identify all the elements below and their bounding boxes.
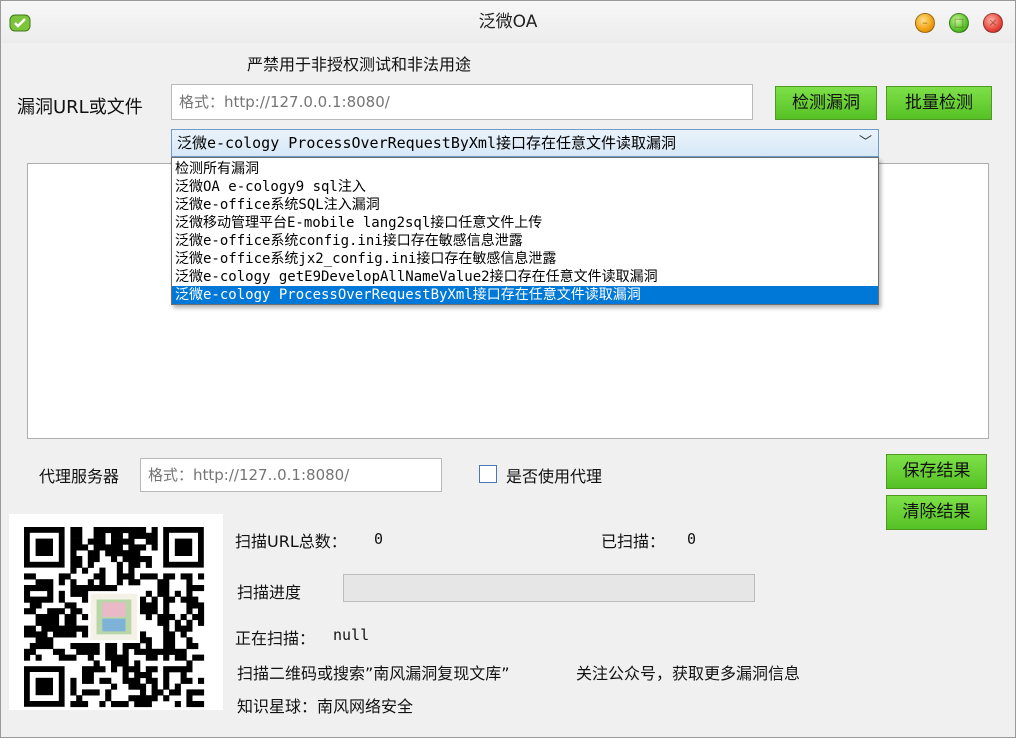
scanned-label: 已扫描：	[601, 532, 666, 551]
scan-progress-bar	[343, 574, 755, 602]
url-label: 漏洞URL或文件	[17, 97, 143, 118]
promo-text: 扫描二维码或搜索”南风漏洞复现文库”	[237, 664, 510, 683]
minimize-icon: –	[922, 16, 928, 29]
use-proxy-label: 是否使用代理	[506, 467, 603, 486]
dropdown-option[interactable]: 泛微移动管理平台E-mobile lang2sql接口任意文件上传	[172, 214, 878, 232]
maximize-button[interactable]: □	[949, 13, 969, 33]
total-url-value: 0	[374, 530, 384, 548]
promo-follow-text: 关注公众号，获取更多漏洞信息	[576, 664, 801, 683]
total-url-label: 扫描URL总数：	[235, 532, 347, 551]
close-button[interactable]: ×	[983, 13, 1003, 33]
url-input[interactable]	[171, 84, 753, 120]
clear-results-button[interactable]: 清除结果	[886, 495, 987, 530]
save-results-button[interactable]: 保存结果	[886, 454, 987, 489]
close-icon: ×	[988, 16, 998, 29]
app-window: 泛微OA – □ × 严禁用于非授权测试和非法用途 漏洞URL或文件 检测漏洞 …	[0, 0, 1016, 738]
vuln-select-value: 泛微e-cology ProcessOverRequestByXml接口存在任意…	[177, 134, 676, 152]
dropdown-option[interactable]: 泛微OA e-cology9 sql注入	[172, 178, 878, 196]
minimize-button[interactable]: –	[915, 13, 935, 33]
progress-label: 扫描进度	[237, 583, 302, 602]
dropdown-option[interactable]: 泛微e-cology getE9DevelopAllNameValue2接口存在…	[172, 268, 878, 286]
vuln-dropdown-list: 检测所有漏洞 泛微OA e-cology9 sql注入 泛微e-office系统…	[171, 157, 879, 305]
legal-notice: 严禁用于非授权测试和非法用途	[247, 55, 472, 74]
use-proxy-checkbox[interactable]	[479, 465, 497, 483]
vuln-select[interactable]: 泛微e-cology ProcessOverRequestByXml接口存在任意…	[171, 129, 879, 157]
title-bar[interactable]: 泛微OA – □ ×	[1, 1, 1015, 43]
chevron-down-icon[interactable]: ﹀	[859, 130, 872, 156]
batch-detect-button[interactable]: 批量检测	[886, 86, 992, 120]
qr-code-image	[9, 514, 223, 710]
dropdown-option[interactable]: 泛微e-office系统config.ini接口存在敏感信息泄露	[172, 232, 878, 250]
knowledge-planet-text: 知识星球：南风网络安全	[237, 697, 414, 716]
dropdown-option-selected[interactable]: 泛微e-cology ProcessOverRequestByXml接口存在任意…	[172, 286, 878, 304]
window-title: 泛微OA	[478, 12, 538, 32]
proxy-label: 代理服务器	[39, 467, 120, 486]
current-scan-value: null	[333, 626, 370, 644]
maximize-icon: □	[953, 16, 965, 29]
current-scan-label: 正在扫描：	[235, 629, 316, 648]
scanned-value: 0	[687, 530, 697, 548]
dropdown-option[interactable]: 检测所有漏洞	[172, 160, 878, 178]
detect-button[interactable]: 检测漏洞	[775, 86, 877, 120]
proxy-input[interactable]	[140, 458, 442, 492]
qr-code-graphic	[24, 527, 205, 708]
dropdown-option[interactable]: 泛微e-office系统SQL注入漏洞	[172, 196, 878, 214]
dropdown-option[interactable]: 泛微e-office系统jx2_config.ini接口存在敏感信息泄露	[172, 250, 878, 268]
